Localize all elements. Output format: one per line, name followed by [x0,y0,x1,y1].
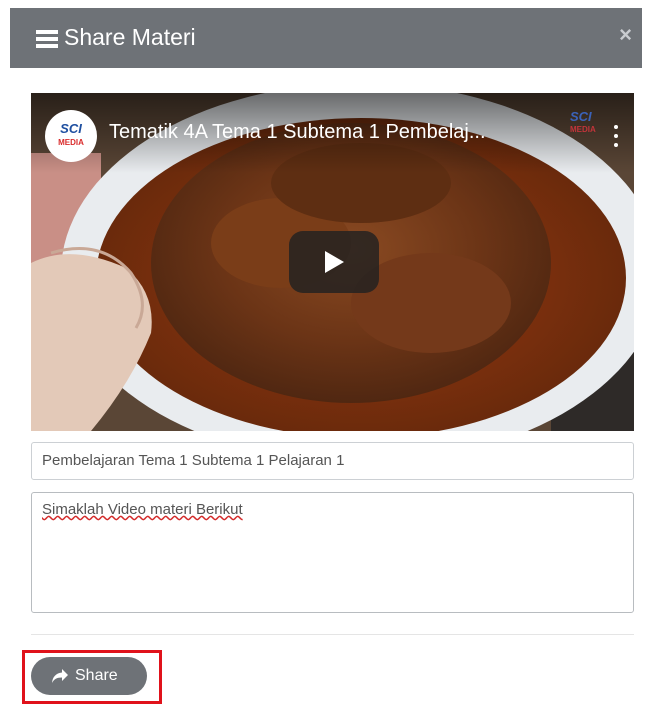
play-icon [325,251,344,273]
description-textarea[interactable]: Simaklah Video materi Berikut [31,492,634,613]
title-input[interactable] [31,442,634,480]
play-button[interactable] [289,231,379,293]
close-icon[interactable]: × [619,22,632,48]
share-button-label: Share [75,667,118,684]
video-player[interactable]: SCI MEDIA Tematik 4A Tema 1 Subtema 1 Pe… [31,93,634,431]
modal-title: Share Materi [64,24,196,50]
menu-icon [36,30,58,48]
more-vert-icon[interactable] [614,125,618,147]
modal-header: Share Materi × [10,8,642,68]
divider [31,634,634,635]
share-button[interactable]: Share [31,657,147,695]
video-title[interactable]: Tematik 4A Tema 1 Subtema 1 Pembelaj... [109,121,486,144]
share-arrow-icon [52,669,68,683]
watermark-logo: SCI MEDIA [570,109,596,134]
description-text: Simaklah Video materi Berikut [42,501,243,518]
channel-logo[interactable]: SCI MEDIA [45,110,97,162]
